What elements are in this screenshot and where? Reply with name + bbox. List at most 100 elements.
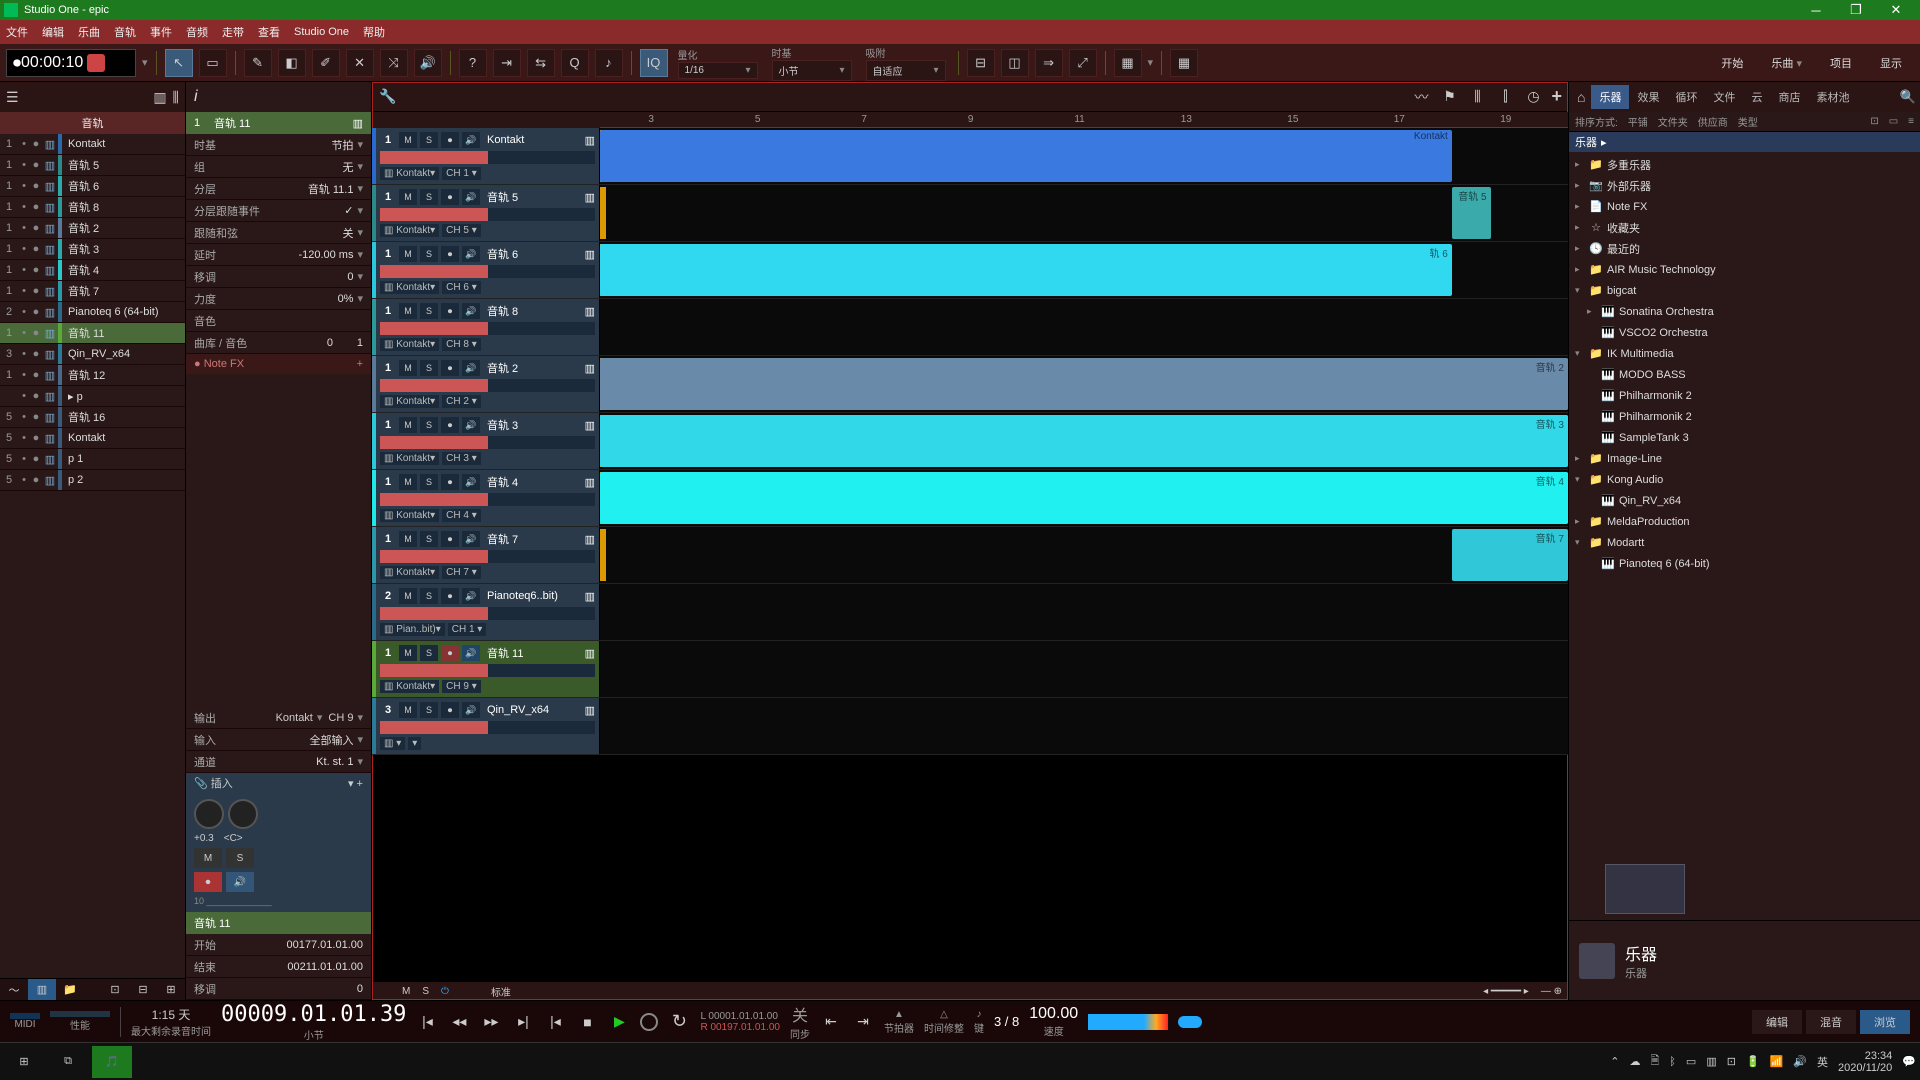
browser-tab-循环[interactable]: 循环 [1667,85,1705,109]
browser-tab-效果[interactable]: 效果 [1629,85,1667,109]
record-arm[interactable]: ⏺ [194,872,222,892]
track-row[interactable]: 5•●▥Kontakt [0,428,185,449]
maximize-button[interactable]: ❐ [1836,2,1876,18]
preroll[interactable]: ⇤ [820,1011,842,1033]
tree-item[interactable]: ▸📁多重乐器 [1569,154,1920,175]
tree-item[interactable]: ▾📁Kong Audio [1569,469,1920,490]
track-lane[interactable]: 轨 2音轨 2 [600,356,1568,412]
tree-item[interactable]: 🎹Philharmonik 2 [1569,406,1920,427]
grid2-tool[interactable]: ⫿ [1495,88,1515,105]
menu-编辑[interactable]: 编辑 [42,24,64,40]
track-header[interactable]: 1MS⏺🔊音轨 11▥ ▥ Kontakt▾CH 9 ▾ [372,641,600,697]
monitor-button[interactable]: 🔊 [226,872,254,892]
track-row[interactable]: 1•●▥音轨 8 [0,197,185,218]
wave-tab[interactable]: 〜 [0,979,28,1000]
track-row[interactable]: •●▥▸ p [0,386,185,407]
tray-icon[interactable]: 🗎 [1650,1052,1659,1071]
record[interactable] [640,1013,658,1031]
menu-事件[interactable]: 事件 [150,24,172,40]
track-header[interactable]: 1MS⏺🔊音轨 2▥ ▥ Kontakt▾CH 2 ▾ [372,356,600,412]
menu-走带[interactable]: 走带 [222,24,244,40]
go-end[interactable]: ▸| [512,1011,534,1033]
browser-tab-商店[interactable]: 商店 [1770,85,1808,109]
time-display[interactable]: ⏺ 00:00:10 [6,49,136,77]
listen-tool[interactable]: 🔊 [414,49,442,77]
tree-item[interactable]: ▸📁Image-Line [1569,448,1920,469]
tool-d[interactable]: ⤢ [1069,49,1097,77]
track-lane[interactable] [600,698,1568,754]
track-row[interactable]: 1•●▥音轨 12 [0,365,185,386]
tab-项目[interactable]: 项目 [1818,51,1864,75]
menu-icon[interactable]: ☰ [6,89,19,106]
film-button[interactable]: ▦ [1170,49,1198,77]
tab-开始[interactable]: 开始 [1709,51,1755,75]
browser-tab-云[interactable]: 云 [1743,85,1770,109]
volume-icon[interactable]: 🔊 [1793,1055,1807,1068]
browser-breadcrumb[interactable]: 乐器▸ [1569,132,1920,152]
global-solo[interactable]: S [422,986,429,997]
inspector-row[interactable]: 力度0%▾ [186,288,371,310]
minimize-button[interactable]: ─ [1796,3,1836,18]
sound-color-row[interactable]: 音色 [186,310,371,332]
track-header[interactable]: 1MS⏺🔊音轨 7▥ ▥ Kontakt▾CH 7 ▾ [372,527,600,583]
flag-tool[interactable]: ⚑ [1439,88,1459,105]
studio-one-task[interactable]: 🎵 [92,1046,132,1078]
tool-a[interactable]: ⊟ [967,49,995,77]
skip-back[interactable]: |◂ [544,1011,566,1033]
track-lane[interactable]: 轨 6 [600,242,1568,298]
menu-帮助[interactable]: 帮助 [363,24,385,40]
start-button[interactable]: ⊞ [4,1046,44,1078]
view-混音[interactable]: 混音 [1806,1010,1856,1034]
pan-knob[interactable] [194,799,224,829]
loop-right[interactable]: 00197.01.01.00 [710,1022,780,1033]
track-row[interactable]: 1•●▥音轨 5 [0,155,185,176]
tool-c[interactable]: ⇒ [1035,49,1063,77]
ripple-button[interactable]: ♪ [595,49,623,77]
view-编辑[interactable]: 编辑 [1752,1010,1802,1034]
menu-音轨[interactable]: 音轨 [114,24,136,40]
tree-item[interactable]: ▸📷外部乐器 [1569,175,1920,196]
tree-item[interactable]: ▸🎹Sonatina Orchestra [1569,301,1920,322]
tree-item[interactable]: ▾📁IK Multimedia [1569,343,1920,364]
track-row[interactable]: 1•●▥音轨 11 [0,323,185,344]
output-row[interactable]: 输出 Kontakt▾ CH 9▾ [186,707,371,729]
tempo-value[interactable]: 100.00 [1029,1005,1078,1023]
folder-tab[interactable]: 📁 [56,979,84,1000]
grid-drop[interactable]: ▾ [1148,56,1154,69]
track-lane[interactable]: 音轨 5 [600,185,1568,241]
wrench-icon[interactable]: 🔧 [378,88,398,105]
track-row[interactable]: 5•●▥音轨 16 [0,407,185,428]
tree-item[interactable]: 🎹MODO BASS [1569,364,1920,385]
track-row[interactable]: 3•●▥Qin_RV_x64 [0,344,185,365]
view-a[interactable]: ⊡ [1870,116,1878,127]
tree-item[interactable]: ▸📁MeldaProduction [1569,511,1920,532]
track-row[interactable]: 1•●▥音轨 7 [0,281,185,302]
track-row[interactable]: 1•●▥音轨 3 [0,239,185,260]
paint-tool[interactable]: ✐ [312,49,340,77]
tray-icon[interactable]: ▥ [1706,1055,1716,1068]
track-header[interactable]: 1MS⏺🔊音轨 5▥ ▥ Kontakt▾CH 5 ▾ [372,185,600,241]
inspector-row[interactable]: 移调0▾ [186,266,371,288]
bend-tool[interactable]: ⤨ [380,49,408,77]
tab-乐曲[interactable]: 乐曲 ▾ [1759,51,1814,75]
grid-button[interactable]: ▦ [1114,49,1142,77]
add-notefx[interactable]: + [357,358,363,370]
event-transpose[interactable]: 移调0 [186,978,371,1000]
track-row[interactable]: 1•●▥音轨 6 [0,176,185,197]
arrow-tool[interactable]: ↖ [165,49,193,77]
hscroll[interactable]: ◂ ━━━━━ ▸ [1483,986,1529,997]
track-header[interactable]: 1MS⏺🔊音轨 4▥ ▥ Kontakt▾CH 4 ▾ [372,470,600,526]
tree-item[interactable]: ▾📁bigcat [1569,280,1920,301]
track-row[interactable]: 5•●▥p 1 [0,449,185,470]
opt-a[interactable]: ⊡ [101,979,129,1000]
tree-item[interactable]: 🎹Philharmonik 2 [1569,385,1920,406]
menu-文件[interactable]: 文件 [6,24,28,40]
tree-item[interactable]: ▸🕓最近的 [1569,238,1920,259]
dropdown-icon[interactable]: ▾ [142,56,148,69]
track-lane[interactable]: 轨 3音轨 3 [600,413,1568,469]
play[interactable]: ▶ [608,1011,630,1033]
menu-查看[interactable]: 查看 [258,24,280,40]
event-start[interactable]: 开始00177.01.01.00 [186,934,371,956]
track-header[interactable]: 1MS⏺🔊音轨 3▥ ▥ Kontakt▾CH 3 ▾ [372,413,600,469]
loop-left[interactable]: 00001.01.01.00 [708,1011,778,1022]
